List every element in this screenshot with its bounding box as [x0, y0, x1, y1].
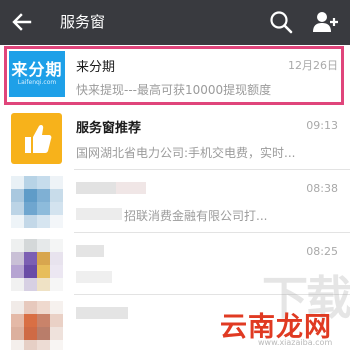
highlight-frame	[4, 46, 344, 105]
blurred-name	[76, 182, 116, 194]
search-icon	[270, 11, 293, 34]
add-contact-icon	[313, 12, 338, 32]
thumbs-up-icon	[25, 125, 52, 153]
conversation-preview: 招联消费金融有限公司打...	[124, 209, 268, 223]
conversation-time: 08:25	[306, 245, 338, 258]
conversation-time: 09:13	[306, 119, 338, 132]
conversation-time: 08:38	[306, 182, 338, 195]
search-button[interactable]	[268, 9, 294, 35]
blurred-name	[76, 307, 128, 319]
page-title: 服务窗	[60, 13, 106, 31]
arrow-left-icon	[12, 13, 32, 31]
blurred-avatar	[11, 239, 63, 291]
blurred-avatar	[11, 301, 63, 350]
list-item[interactable]: 08:38 招联消费金融有限公司打...	[0, 170, 350, 233]
blurred-preview-part	[76, 208, 122, 220]
blurred-preview	[76, 271, 112, 283]
back-button[interactable]	[8, 8, 36, 36]
add-contact-button[interactable]	[311, 9, 339, 35]
conversation-name: 服务窗推荐	[76, 121, 142, 136]
conversation-preview: 国网湖北省电力公司:手机交电费，实时...	[76, 146, 296, 160]
blurred-name-part	[116, 182, 146, 194]
list-item[interactable]: 服务窗推荐 09:13 国网湖北省电力公司:手机交电费，实时...	[0, 107, 350, 170]
blurred-avatar	[11, 176, 63, 228]
watermark-subtext: www.xiazaiba.com	[258, 338, 333, 347]
blurred-name	[76, 245, 104, 257]
service-recommend-avatar	[11, 113, 62, 164]
top-bar: 服务窗	[0, 0, 350, 45]
